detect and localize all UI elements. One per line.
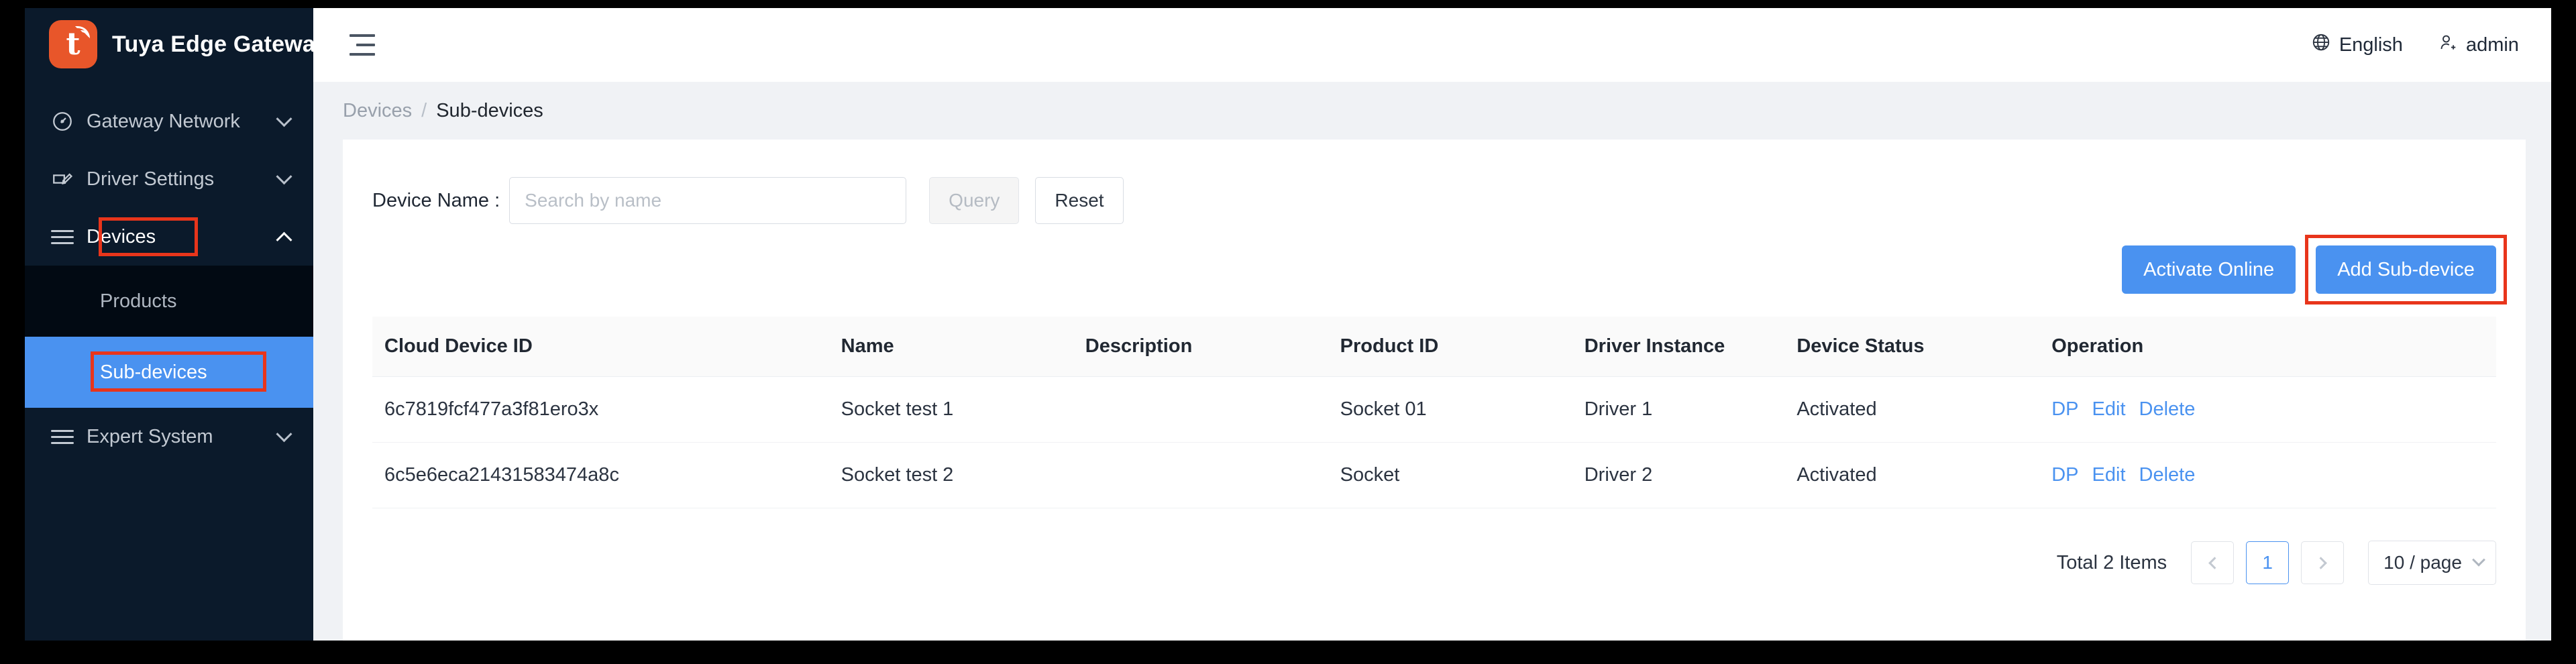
- column-cloud-device-id: Cloud Device ID: [372, 317, 829, 377]
- brand-title: Tuya Edge Gateway: [112, 31, 329, 57]
- cell-device-status: Activated: [1784, 376, 2040, 443]
- dp-link[interactable]: DP: [2051, 464, 2078, 486]
- cell-product-id: Socket: [1328, 442, 1572, 508]
- pagination-total: Total 2 Items: [2056, 551, 2167, 573]
- table-header: Cloud Device ID Name Description Product…: [372, 317, 2496, 377]
- sidebar-subitem-label: Products: [100, 290, 177, 312]
- sidebar-item-expert-system[interactable]: Expert System: [25, 408, 313, 465]
- column-operation: Operation: [2039, 317, 2496, 377]
- brand: t Tuya Edge Gateway: [25, 8, 328, 80]
- gauge-icon: [49, 110, 76, 133]
- table-row: 6c5e6eca21431583474a8c Socket test 2 Soc…: [372, 442, 2496, 508]
- menu-lines-icon: [49, 426, 76, 448]
- collapse-menu-icon[interactable]: [343, 30, 375, 60]
- delete-link[interactable]: Delete: [2139, 464, 2196, 486]
- edit-link[interactable]: Edit: [2092, 398, 2126, 421]
- sidebar-nav: Gateway Network Driver Settings Devices: [25, 80, 313, 465]
- table-header-row: Cloud Device ID Name Description Product…: [372, 317, 2496, 377]
- chevron-down-icon: [274, 168, 293, 185]
- chevron-left-icon: [2208, 556, 2221, 569]
- globe-icon: [2311, 32, 2331, 58]
- page-size-label: 10 / page: [2383, 552, 2462, 573]
- tuya-logo-icon: t: [49, 20, 97, 68]
- sidebar-item-label: Gateway Network: [87, 110, 240, 132]
- sidebar: t Tuya Edge Gateway Gateway Network Driv…: [25, 8, 328, 641]
- cell-name: Socket test 1: [828, 376, 1073, 443]
- sidebar-item-label: Driver Settings: [87, 168, 215, 190]
- menu-lines-icon: [49, 226, 76, 248]
- sidebar-item-devices[interactable]: Devices: [25, 208, 313, 266]
- cell-name: Socket test 2: [828, 442, 1073, 508]
- column-device-status: Device Status: [1784, 317, 2040, 377]
- cell-description: [1073, 376, 1328, 443]
- chevron-down-icon: [274, 110, 293, 127]
- search-input[interactable]: [509, 177, 907, 224]
- breadcrumb-separator: /: [421, 99, 427, 121]
- pagination-page-1[interactable]: 1: [2246, 541, 2290, 584]
- app-window: t Tuya Edge Gateway Gateway Network Driv…: [25, 8, 2551, 641]
- main-area: English admin Devices / Sub-devices Devi…: [313, 8, 2551, 641]
- breadcrumb-current: Sub-devices: [436, 99, 543, 121]
- dp-link[interactable]: DP: [2051, 398, 2078, 421]
- column-product-id: Product ID: [1328, 317, 1572, 377]
- chevron-down-icon: [274, 425, 293, 443]
- add-sub-device-button[interactable]: Add Sub-device: [2316, 245, 2496, 294]
- sidebar-item-products[interactable]: Products: [25, 266, 313, 337]
- cell-operation: DP Edit Delete: [2039, 376, 2496, 443]
- sidebar-subitem-label: Sub-devices: [100, 361, 207, 383]
- sidebar-item-gateway-network[interactable]: Gateway Network: [25, 93, 313, 150]
- column-description: Description: [1073, 317, 1328, 377]
- delete-link[interactable]: Delete: [2139, 398, 2196, 421]
- add-sub-device-wrapper: Add Sub-device: [2305, 235, 2507, 305]
- sidebar-item-label: Devices: [87, 225, 156, 247]
- reset-button[interactable]: Reset: [1035, 177, 1124, 224]
- pagination-prev-button[interactable]: [2191, 541, 2235, 584]
- sidebar-item-sub-devices[interactable]: Sub-devices: [25, 337, 313, 408]
- breadcrumb-parent[interactable]: Devices: [343, 100, 412, 122]
- sidebar-item-label: Expert System: [87, 425, 213, 447]
- user-menu[interactable]: admin: [2438, 32, 2519, 58]
- topbar-right: English admin: [2311, 32, 2519, 58]
- chevron-down-icon: [2472, 553, 2485, 567]
- page-size-select[interactable]: 10 / page: [2368, 541, 2496, 585]
- action-bar: Activate Online Add Sub-device: [372, 224, 2507, 305]
- cell-driver-instance: Driver 2: [1572, 442, 1785, 508]
- chevron-up-icon: [274, 231, 293, 248]
- edit-link[interactable]: Edit: [2092, 464, 2126, 486]
- sidebar-submenu-devices: Products Sub-devices: [25, 266, 313, 408]
- cell-operation: DP Edit Delete: [2039, 442, 2496, 508]
- pagination: Total 2 Items 1 10 / page: [372, 508, 2496, 585]
- sidebar-item-driver-settings[interactable]: Driver Settings: [25, 150, 313, 208]
- language-label: English: [2339, 34, 2403, 56]
- device-name-label: Device Name :: [372, 189, 500, 211]
- topbar: English admin: [313, 8, 2551, 82]
- activate-online-button[interactable]: Activate Online: [2122, 245, 2296, 294]
- chevron-right-icon: [2314, 556, 2327, 569]
- breadcrumb: Devices / Sub-devices: [313, 82, 2551, 140]
- content-card: Device Name : Query Reset Activate Onlin…: [343, 140, 2526, 641]
- query-button[interactable]: Query: [929, 177, 1020, 224]
- edit-box-icon: [49, 168, 76, 190]
- cell-device-status: Activated: [1784, 442, 2040, 508]
- user-label: admin: [2465, 34, 2519, 56]
- column-driver-instance: Driver Instance: [1572, 317, 1785, 377]
- language-switcher[interactable]: English: [2311, 32, 2403, 58]
- cell-description: [1073, 442, 1328, 508]
- filter-bar: Device Name : Query Reset: [372, 162, 2496, 224]
- sub-devices-table: Cloud Device ID Name Description Product…: [372, 317, 2496, 508]
- logo-letter: t: [66, 25, 80, 62]
- column-name: Name: [828, 317, 1073, 377]
- table-body: 6c7819fcf477a3f81ero3x Socket test 1 Soc…: [372, 376, 2496, 508]
- cell-driver-instance: Driver 1: [1572, 376, 1785, 443]
- cell-cloud-device-id: 6c5e6eca21431583474a8c: [372, 442, 829, 508]
- cell-cloud-device-id: 6c7819fcf477a3f81ero3x: [372, 376, 829, 443]
- table-row: 6c7819fcf477a3f81ero3x Socket test 1 Soc…: [372, 376, 2496, 443]
- user-add-icon: [2438, 32, 2458, 58]
- pagination-next-button[interactable]: [2301, 541, 2345, 584]
- cell-product-id: Socket 01: [1328, 376, 1572, 443]
